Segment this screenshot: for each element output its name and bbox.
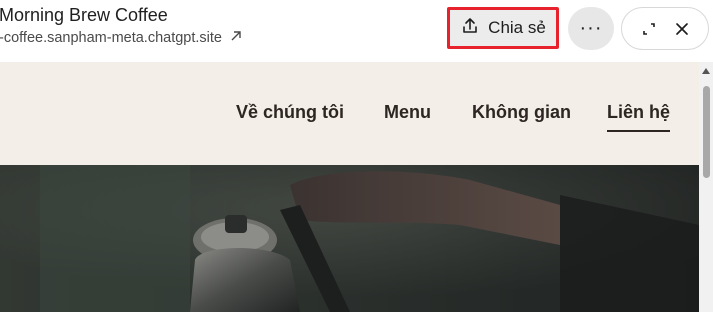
window-controls	[621, 7, 709, 50]
site-title: Morning Brew Coffee	[0, 5, 168, 25]
site-preview: Về chúng tôi Menu Không gian Liên hệ	[0, 62, 699, 312]
close-icon[interactable]	[670, 17, 694, 41]
share-icon	[460, 16, 480, 41]
top-bar: Morning Brew Coffee -coffee.sanpham-meta…	[0, 0, 713, 62]
hero-image	[0, 165, 699, 312]
scroll-thumb[interactable]	[703, 86, 710, 178]
scroll-up-arrow-icon[interactable]	[702, 68, 710, 74]
external-link-icon	[230, 30, 242, 46]
site-url-text: -coffee.sanpham-meta.chatgpt.site	[0, 30, 222, 46]
expand-icon[interactable]	[637, 17, 661, 41]
scrollbar[interactable]	[699, 62, 713, 312]
more-icon: ···	[579, 17, 603, 39]
nav-item-contact[interactable]: Liên hệ	[607, 102, 671, 132]
nav-item-space[interactable]: Không gian	[472, 102, 571, 123]
share-button[interactable]: Chia sẻ	[447, 7, 559, 49]
share-label: Chia sẻ	[488, 18, 546, 37]
site-navigation: Về chúng tôi Menu Không gian Liên hệ	[0, 62, 699, 165]
nav-item-about[interactable]: Về chúng tôi	[236, 102, 344, 123]
more-options-button[interactable]: ···	[568, 7, 614, 50]
nav-item-menu[interactable]: Menu	[384, 102, 431, 123]
site-url-link[interactable]: -coffee.sanpham-meta.chatgpt.site	[0, 30, 242, 46]
